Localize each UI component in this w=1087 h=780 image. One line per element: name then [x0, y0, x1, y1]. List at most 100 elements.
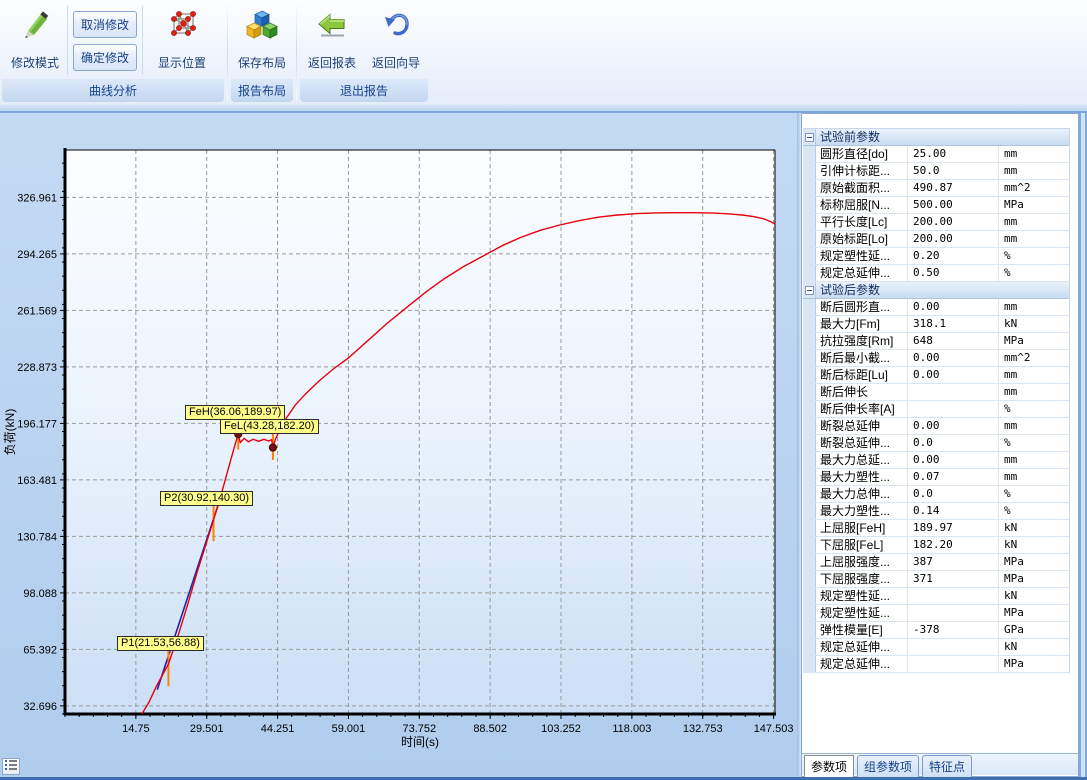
param-value[interactable]: 200.00 [908, 214, 999, 230]
param-value[interactable] [908, 588, 999, 604]
tab-参数项[interactable]: 参数项 [804, 755, 854, 779]
param-row[interactable]: 抗拉强度[Rm]648MPa [803, 333, 1069, 350]
param-value[interactable]: 490.87 [908, 180, 999, 196]
y-tick-label: 261.569 [17, 305, 57, 317]
param-row[interactable]: 断后最小截...0.00mm^2 [803, 350, 1069, 367]
row-gutter [803, 316, 816, 332]
return-report-button[interactable]: 返回报表 [302, 2, 362, 79]
param-value[interactable]: 0.00 [908, 299, 999, 315]
param-row[interactable]: 原始截面积...490.87mm^2 [803, 180, 1069, 197]
param-row[interactable]: 断后标距[Lu]0.00mm [803, 367, 1069, 384]
param-row[interactable]: 引伸计标距...50.0mm [803, 163, 1069, 180]
param-value[interactable]: 500.00 [908, 197, 999, 213]
y-tick-label: 228.873 [17, 362, 57, 374]
point-annotation-label[interactable]: FeH(36.06,189.97) [185, 405, 285, 420]
tab-特征点[interactable]: 特征点 [922, 755, 972, 779]
param-group-header[interactable]: 试验前参数 [803, 129, 1069, 146]
ribbon-separator [296, 4, 297, 100]
param-row[interactable]: 上屈服强度...387MPa [803, 554, 1069, 571]
param-value[interactable]: 0.0 [908, 486, 999, 502]
param-row[interactable]: 下屈服[FeL]182.20kN [803, 537, 1069, 554]
param-value[interactable]: 50.0 [908, 163, 999, 179]
ribbon-separator [227, 4, 228, 100]
param-row[interactable]: 规定总延伸...MPa [803, 656, 1069, 673]
param-row[interactable]: 规定总延伸...0.50% [803, 265, 1069, 282]
param-value[interactable]: -378 [908, 622, 999, 638]
plot-area[interactable] [65, 150, 775, 714]
confirm-modify-button[interactable]: 确定修改 [73, 44, 137, 71]
param-row[interactable]: 规定塑性延...kN [803, 588, 1069, 605]
collapse-icon[interactable] [805, 133, 814, 142]
param-row[interactable]: 圆形直径[do]25.00mm [803, 146, 1069, 163]
param-row[interactable]: 最大力[Fm]318.1kN [803, 316, 1069, 333]
param-row[interactable]: 断后伸长率[A]% [803, 401, 1069, 418]
param-name: 断后标距[Lu] [816, 367, 908, 383]
param-value[interactable]: 25.00 [908, 146, 999, 162]
param-value[interactable] [908, 401, 999, 417]
param-value[interactable]: 0.00 [908, 418, 999, 434]
param-row[interactable]: 断裂总延伸...0.0% [803, 435, 1069, 452]
return-wizard-button[interactable]: 返回向导 [366, 2, 426, 79]
param-value[interactable]: 0.14 [908, 503, 999, 519]
param-row[interactable]: 平行长度[Lc]200.00mm [803, 214, 1069, 231]
param-value[interactable]: 0.00 [908, 367, 999, 383]
param-name: 圆形直径[do] [816, 146, 908, 162]
collapse-icon[interactable] [805, 286, 814, 295]
param-row[interactable]: 断后伸长mm [803, 384, 1069, 401]
param-name: 最大力塑性... [816, 469, 908, 485]
param-row[interactable]: 最大力塑性...0.14% [803, 503, 1069, 520]
save-layout-button[interactable]: 保存布局 [233, 2, 291, 79]
param-row[interactable]: 最大力总延...0.00mm [803, 452, 1069, 469]
param-name: 规定塑性延... [816, 588, 908, 604]
param-value[interactable]: 0.00 [908, 452, 999, 468]
param-value[interactable]: 200.00 [908, 231, 999, 247]
param-value[interactable]: 387 [908, 554, 999, 570]
param-unit: mm [999, 452, 1069, 468]
param-value[interactable]: 371 [908, 571, 999, 587]
param-row[interactable]: 最大力总伸...0.0% [803, 486, 1069, 503]
y-tick-label: 32.696 [23, 701, 57, 713]
param-value[interactable]: 648 [908, 333, 999, 349]
param-value[interactable]: 182.20 [908, 537, 999, 553]
param-value[interactable] [908, 384, 999, 400]
param-value[interactable] [908, 656, 999, 672]
cancel-modify-button[interactable]: 取消修改 [73, 11, 137, 38]
param-row[interactable]: 规定塑性延...0.20% [803, 248, 1069, 265]
list-toggle-button[interactable] [2, 758, 20, 775]
param-name: 下屈服[FeL] [816, 537, 908, 553]
param-row[interactable]: 规定总延伸...kN [803, 639, 1069, 656]
param-unit: mm [999, 367, 1069, 383]
param-value[interactable]: 189.97 [908, 520, 999, 536]
param-row[interactable]: 原始标距[Lo]200.00mm [803, 231, 1069, 248]
param-name: 规定总延伸... [816, 656, 908, 672]
param-group-header[interactable]: 试验后参数 [803, 282, 1069, 299]
modify-mode-label: 修改模式 [11, 54, 59, 71]
param-value[interactable]: 0.07 [908, 469, 999, 485]
param-row[interactable]: 下屈服强度...371MPa [803, 571, 1069, 588]
param-row[interactable]: 规定塑性延...MPa [803, 605, 1069, 622]
param-row[interactable]: 断后圆形直...0.00mm [803, 299, 1069, 316]
row-gutter [803, 452, 816, 468]
point-annotation-label[interactable]: P2(30.92,140.30) [160, 491, 253, 506]
modify-mode-button[interactable]: 修改模式 [4, 2, 66, 79]
point-annotation-label[interactable]: P1(21.53,56.88) [117, 636, 204, 651]
param-row[interactable]: 弹性模量[E]-378GPa [803, 622, 1069, 639]
param-row[interactable]: 最大力塑性...0.07mm [803, 469, 1069, 486]
param-value[interactable]: 0.20 [908, 248, 999, 264]
param-value[interactable]: 0.0 [908, 435, 999, 451]
point-annotation-label[interactable]: FeL(43.28,182.20) [220, 419, 319, 434]
param-row[interactable]: 上屈服[FeH]189.97kN [803, 520, 1069, 537]
param-value[interactable]: 318.1 [908, 316, 999, 332]
load-time-chart-canvas[interactable]: 32.69665.39298.088130.784163.481196.1772… [0, 113, 797, 777]
param-unit: mm [999, 469, 1069, 485]
param-value[interactable] [908, 605, 999, 621]
param-row[interactable]: 标称屈服[N...500.00MPa [803, 197, 1069, 214]
param-value[interactable]: 0.00 [908, 350, 999, 366]
param-row[interactable]: 断裂总延伸0.00mm [803, 418, 1069, 435]
x-tick-label: 29.501 [190, 723, 224, 735]
show-position-button[interactable]: 显示位置 [144, 2, 220, 79]
param-value[interactable] [908, 639, 999, 655]
param-value[interactable]: 0.50 [908, 265, 999, 281]
right-splitter[interactable] [1079, 113, 1087, 777]
tab-组参数项[interactable]: 组参数项 [857, 755, 919, 779]
